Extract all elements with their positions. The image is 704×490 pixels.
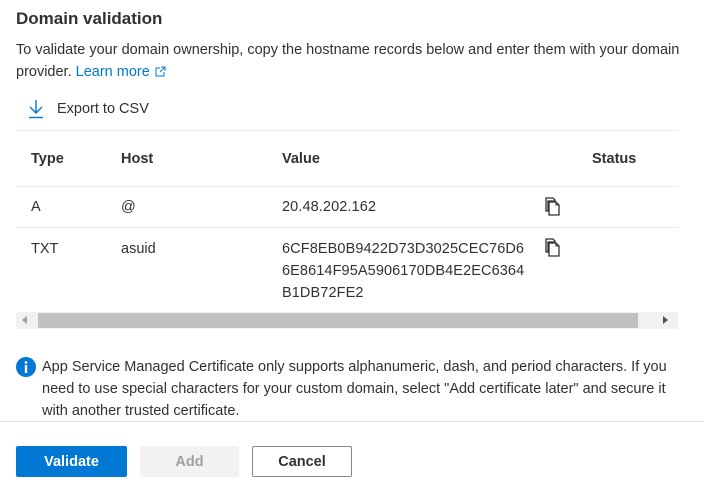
learn-more-link[interactable]: Learn more — [76, 64, 166, 80]
export-csv-label: Export to CSV — [57, 101, 149, 117]
copy-icon[interactable] — [543, 237, 563, 257]
cell-host: asuid — [121, 241, 156, 257]
validate-button[interactable]: Validate — [16, 446, 127, 477]
cell-host: @ — [121, 199, 136, 215]
cell-value-line-3: B1DB72FE2 — [282, 285, 364, 301]
column-header-type: Type — [31, 151, 64, 167]
cell-value-line-2: 6E8614F95A5906170DB4E2EC6364 — [282, 263, 525, 279]
learn-more-label: Learn more — [75, 64, 150, 80]
cell-type: A — [31, 199, 41, 215]
row-divider — [16, 227, 678, 228]
info-text: App Service Managed Certificate only sup… — [42, 359, 667, 419]
scroll-right-arrow-icon[interactable] — [663, 316, 668, 324]
column-header-host: Host — [121, 151, 154, 167]
horizontal-scrollbar[interactable] — [16, 312, 678, 329]
external-link-icon — [155, 66, 166, 77]
copy-icon[interactable] — [543, 196, 563, 216]
info-icon — [16, 357, 36, 377]
scroll-left-arrow-icon[interactable] — [22, 316, 27, 324]
cell-value: 20.48.202.162 — [282, 199, 377, 215]
header-divider — [16, 186, 678, 187]
toolbar-divider — [16, 130, 678, 131]
scrollbar-thumb[interactable] — [38, 313, 638, 328]
export-csv-button[interactable]: Export to CSV — [28, 97, 149, 121]
section-title: Domain validation — [16, 9, 163, 28]
column-header-status: Status — [592, 151, 637, 167]
download-icon — [29, 100, 43, 119]
cell-type: TXT — [31, 241, 59, 257]
cancel-button[interactable]: Cancel — [252, 446, 352, 477]
footer-divider — [0, 421, 704, 422]
add-button[interactable]: Add — [140, 446, 239, 477]
column-header-value: Value — [282, 151, 320, 167]
cell-value-line-1: 6CF8EB0B9422D73D3025CEC76D6 — [282, 241, 525, 257]
section-description: To validate your domain ownership, copy … — [16, 39, 686, 83]
